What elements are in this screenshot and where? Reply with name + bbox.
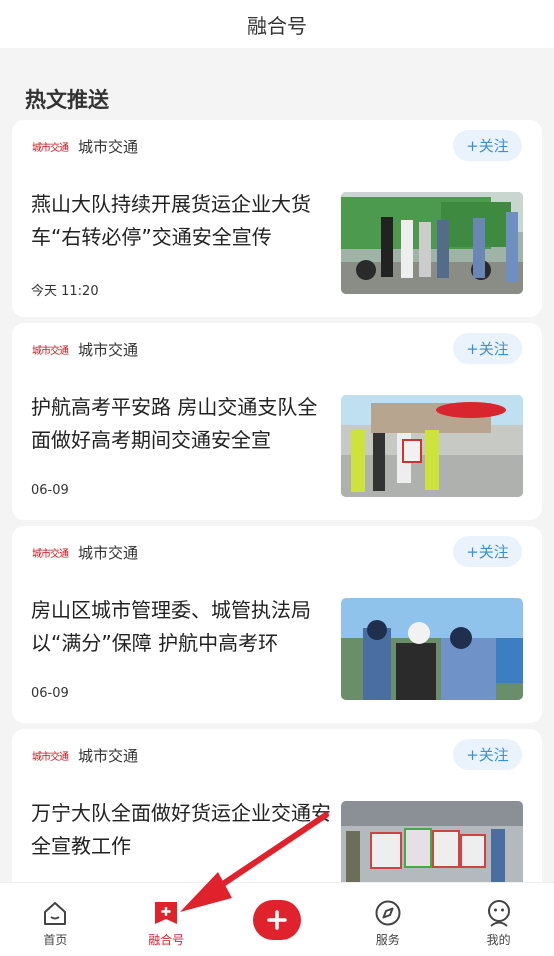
bottom-tab-bar: 首页 融合号 服务 我的 [0, 882, 554, 956]
source-logo: 城市交通 [32, 549, 69, 560]
home-icon [40, 899, 70, 927]
section-title: 热文推送 [25, 88, 109, 112]
article-headline[interactable]: 房山区城市管理委、城管执法局以“满分”保障 护航中高考环 [31, 594, 331, 660]
source-logo: 城市交通 [32, 143, 69, 154]
tab-profile[interactable]: 我的 [443, 883, 554, 956]
article-thumbnail[interactable] [341, 598, 523, 700]
tab-service[interactable]: 服务 [332, 883, 443, 956]
article-headline[interactable]: 燕山大队持续开展货运企业大货车“右转必停”交通安全宣传 [31, 188, 331, 254]
article-card[interactable]: 城市交通 城市交通 +关注 房山区城市管理委、城管执法局以“满分”保障 护航中高… [12, 526, 542, 723]
article-thumbnail[interactable] [341, 192, 523, 294]
tab-ronghehao[interactable]: 融合号 [111, 883, 222, 956]
follow-button[interactable]: +关注 [453, 739, 522, 770]
tab-label: 融合号 [148, 933, 185, 947]
follow-button[interactable]: +关注 [453, 333, 522, 364]
article-time: 今天 11:20 [31, 284, 99, 299]
source-name[interactable]: 城市交通 [78, 542, 138, 563]
source-name[interactable]: 城市交通 [78, 136, 138, 157]
tab-home[interactable]: 首页 [0, 883, 111, 956]
follow-button[interactable]: +关注 [453, 536, 522, 567]
article-headline[interactable]: 万宁大队全面做好货运企业交通安全宣教工作 [31, 797, 331, 863]
plus-icon[interactable] [252, 900, 301, 940]
source-logo: 城市交通 [32, 346, 69, 357]
source-name[interactable]: 城市交通 [78, 745, 138, 766]
article-time: 06-09 [31, 483, 69, 498]
top-bar: 融合号 [0, 0, 554, 48]
article-card[interactable]: 城市交通 城市交通 +关注 燕山大队持续开展货运企业大货车“右转必停”交通安全宣… [12, 120, 542, 317]
tab-publish[interactable] [222, 883, 333, 956]
article-feed: 城市交通 城市交通 +关注 燕山大队持续开展货运企业大货车“右转必停”交通安全宣… [12, 120, 542, 932]
tab-label: 首页 [43, 933, 68, 947]
article-time: 06-09 [31, 686, 69, 701]
follow-button[interactable]: +关注 [453, 130, 522, 161]
source-name[interactable]: 城市交通 [78, 339, 138, 360]
article-card[interactable]: 城市交通 城市交通 +关注 护航高考平安路 房山交通支队全面做好高考期间交通安全… [12, 323, 542, 520]
compass-icon [373, 899, 403, 927]
article-thumbnail[interactable] [341, 395, 523, 497]
article-headline[interactable]: 护航高考平安路 房山交通支队全面做好高考期间交通安全宣 [31, 391, 331, 457]
source-logo: 城市交通 [32, 752, 69, 763]
bookmark-plus-icon [151, 899, 181, 927]
tab-label: 服务 [375, 933, 400, 947]
tab-label: 我的 [486, 933, 511, 947]
page-title: 融合号 [247, 13, 307, 38]
profile-icon [484, 899, 514, 927]
